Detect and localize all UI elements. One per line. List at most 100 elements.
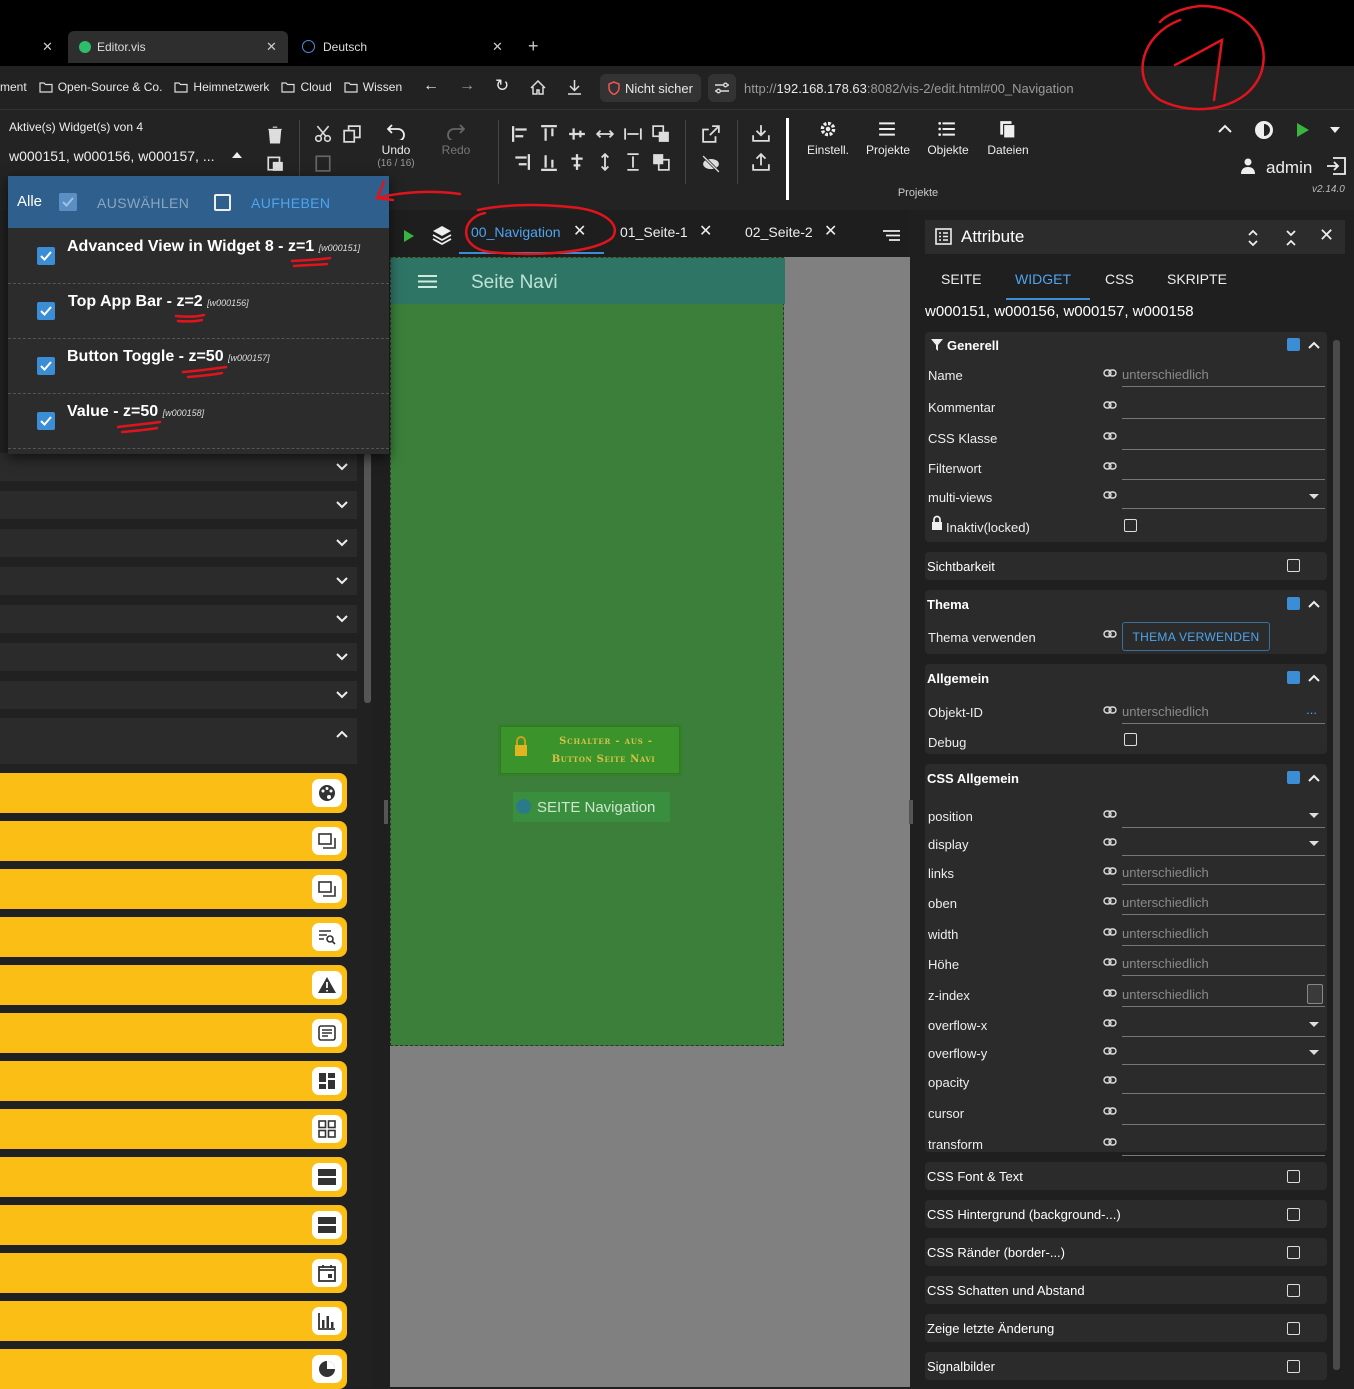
link-icon[interactable] xyxy=(1103,865,1117,877)
paste-icon[interactable] xyxy=(314,154,332,172)
widget-palette-item[interactable] xyxy=(0,1349,347,1389)
widget-checkbox[interactable] xyxy=(37,247,55,265)
cut-icon[interactable] xyxy=(314,125,332,143)
caret-up-icon[interactable] xyxy=(232,152,242,158)
widget-palette-item[interactable] xyxy=(0,1061,347,1101)
category-row-open[interactable] xyxy=(0,718,357,764)
widget-option[interactable]: Advanced View in Widget 8 - z=1 [w000151… xyxy=(8,229,389,284)
cursor-input[interactable] xyxy=(1122,1100,1325,1125)
align-bottom-icon[interactable] xyxy=(540,153,558,171)
kommentar-input[interactable] xyxy=(1122,394,1325,419)
distribute-vertical-icon[interactable] xyxy=(596,153,614,171)
section-checkbox[interactable] xyxy=(1287,1170,1300,1183)
sort-lines-icon[interactable] xyxy=(883,230,900,241)
chevron-up-icon[interactable] xyxy=(1308,774,1320,782)
close-icon[interactable]: ✕ xyxy=(1319,225,1334,246)
layers-icon[interactable] xyxy=(432,225,452,245)
opacity-input[interactable] xyxy=(1122,1069,1325,1094)
align-center-vertical-icon[interactable] xyxy=(568,125,586,143)
link-icon[interactable] xyxy=(1103,1074,1117,1086)
css-klasse-input[interactable] xyxy=(1122,425,1325,450)
width-input[interactable]: unterschiedlich xyxy=(1122,921,1325,946)
objects-icon[interactable] xyxy=(938,120,956,138)
distribute-horizontal-icon[interactable] xyxy=(596,125,614,143)
chevron-up-icon[interactable] xyxy=(1218,124,1232,134)
widget-palette-item[interactable] xyxy=(0,1109,347,1149)
chevron-up-icon[interactable] xyxy=(1308,341,1320,349)
menu-icon[interactable] xyxy=(418,275,437,288)
section-css-font-text[interactable]: CSS Font & Text xyxy=(925,1162,1327,1190)
redo-icon[interactable] xyxy=(447,122,465,140)
objekt-id-input[interactable]: unterschiedlich... xyxy=(1122,699,1325,724)
category-row[interactable] xyxy=(0,529,357,557)
undo-label[interactable]: Undo xyxy=(370,143,422,157)
section-checkbox[interactable] xyxy=(1287,1322,1300,1335)
copy-icon[interactable] xyxy=(343,125,361,143)
link-icon[interactable] xyxy=(1103,987,1117,999)
widget-checkbox[interactable] xyxy=(37,302,55,320)
security-indicator[interactable]: Nicht sicher xyxy=(600,74,701,102)
resize-handle[interactable] xyxy=(384,800,388,824)
category-row[interactable] xyxy=(0,453,357,481)
thema-verwenden-button[interactable]: THEMA VERWENDEN xyxy=(1122,622,1270,651)
scrollbar[interactable] xyxy=(1333,340,1340,1370)
reload-icon[interactable]: ↻ xyxy=(495,76,509,96)
widget-palette-item[interactable] xyxy=(0,773,347,813)
widget-option[interactable]: Value - z=50 [w000158] xyxy=(8,394,389,449)
tab-02-seite-2[interactable]: 02_Seite-2 xyxy=(745,224,813,240)
send-back-icon[interactable] xyxy=(652,153,670,171)
tab-seite[interactable]: SEITE xyxy=(941,271,981,287)
widget-option[interactable]: Top App Bar - z=2 [w000156] xyxy=(8,284,389,339)
close-icon[interactable]: ✕ xyxy=(42,39,53,55)
bookmark-folder[interactable]: Heimnetzwerk xyxy=(174,80,269,94)
widget-palette-item[interactable] xyxy=(0,1301,347,1341)
align-left-icon[interactable] xyxy=(512,125,530,143)
section-checkbox[interactable] xyxy=(1287,597,1300,610)
bookmark-folder[interactable]: Wissen xyxy=(344,80,402,94)
files-label[interactable]: Dateien xyxy=(980,143,1036,157)
value-widget[interactable]: SEITE Navigation xyxy=(513,792,670,822)
import-icon[interactable] xyxy=(752,124,770,142)
section-checkbox[interactable] xyxy=(1287,1360,1300,1373)
widget-palette-item[interactable] xyxy=(0,917,347,957)
resize-handle[interactable] xyxy=(909,800,913,824)
bookmark-folder[interactable]: Cloud xyxy=(281,80,332,94)
tab-01-seite-1[interactable]: 01_Seite-1 xyxy=(620,224,688,240)
z-index-input[interactable]: unterschiedlich xyxy=(1122,982,1325,1007)
projects-icon[interactable] xyxy=(878,120,896,138)
oben-input[interactable]: unterschiedlich xyxy=(1122,890,1325,915)
link-icon[interactable] xyxy=(1103,399,1117,411)
link-icon[interactable] xyxy=(1103,1105,1117,1117)
play-icon[interactable] xyxy=(403,229,415,243)
select-all-checkbox[interactable] xyxy=(59,193,77,211)
close-icon[interactable]: ✕ xyxy=(492,39,503,55)
link-icon[interactable] xyxy=(1103,1136,1117,1148)
multi-views-select[interactable] xyxy=(1122,484,1325,509)
overflow-y-input[interactable] xyxy=(1122,1040,1325,1065)
paste-style-icon[interactable] xyxy=(266,154,284,172)
chevron-up-icon[interactable] xyxy=(1308,674,1320,682)
section-checkbox[interactable] xyxy=(1287,1284,1300,1297)
transform-input[interactable] xyxy=(1122,1131,1325,1156)
browser-tab-partial[interactable]: ✕ xyxy=(0,31,66,63)
caret-down-icon[interactable] xyxy=(1309,1022,1319,1027)
widget-palette-item[interactable] xyxy=(0,1013,347,1053)
site-settings-icon[interactable] xyxy=(708,74,736,102)
close-icon[interactable]: ✕ xyxy=(824,221,837,241)
section-checkbox[interactable] xyxy=(1287,671,1300,684)
theme-toggle-icon[interactable] xyxy=(1253,119,1275,141)
caret-down-icon[interactable] xyxy=(1309,1050,1319,1055)
widget-checkbox[interactable] xyxy=(37,412,55,430)
play-icon[interactable] xyxy=(1296,122,1310,138)
link-icon[interactable] xyxy=(1103,926,1117,938)
widget-palette-item[interactable] xyxy=(0,1253,347,1293)
category-row[interactable] xyxy=(0,567,357,595)
widget-option[interactable]: Button Toggle - z=50 [w000157] xyxy=(8,339,389,394)
caret-down-icon[interactable] xyxy=(1330,127,1340,133)
bookmark-item[interactable]: ment xyxy=(0,80,27,94)
delete-icon[interactable] xyxy=(266,126,284,144)
new-tab-icon[interactable]: + xyxy=(528,36,539,57)
h-he-input[interactable]: unterschiedlich xyxy=(1122,951,1325,976)
section-css-raender[interactable]: CSS Ränder (border-...) xyxy=(925,1238,1327,1266)
url-field[interactable]: http://192.168.178.63:8082/vis-2/edit.ht… xyxy=(744,81,1074,96)
